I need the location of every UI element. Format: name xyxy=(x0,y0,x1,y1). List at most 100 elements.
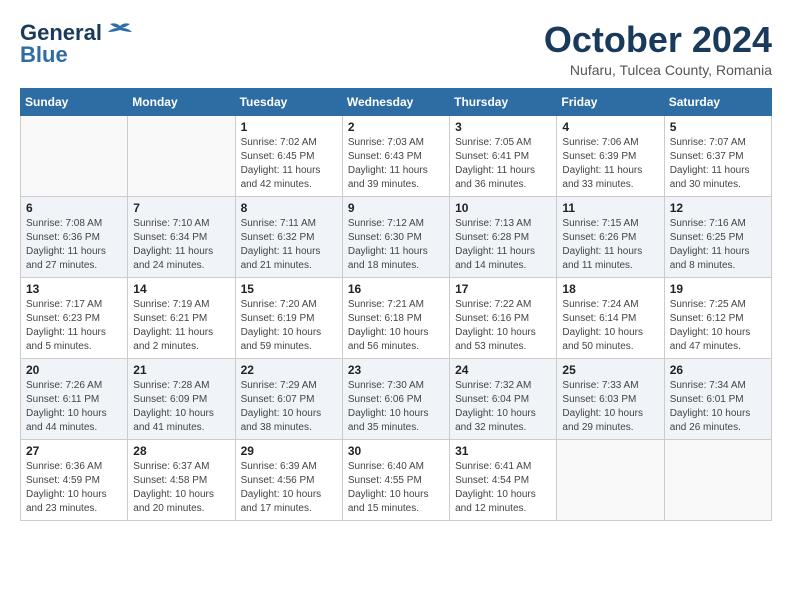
calendar-cell: 14 Sunrise: 7:19 AMSunset: 6:21 PMDayligh… xyxy=(128,277,235,358)
day-info: Sunrise: 6:37 AMSunset: 4:58 PMDaylight:… xyxy=(133,460,229,516)
calendar-cell: 5Sunrise: 7:07 AMSunset: 6:37 PMDaylight… xyxy=(664,115,771,196)
day-info: Sunrise: 7:29 AMSunset: 6:07 PMDaylight:… xyxy=(241,379,337,435)
day-number: 14 xyxy=(133,282,229,296)
day-number: 26 xyxy=(670,363,766,377)
day-info: Sunrise: 7:34 AMSunset: 6:01 PMDaylight:… xyxy=(670,379,766,435)
calendar-table: SundayMondayTuesdayWednesdayThursdayFrid… xyxy=(20,88,772,521)
calendar-cell xyxy=(557,439,664,520)
day-number: 15 xyxy=(241,282,337,296)
day-number: 2 xyxy=(348,120,444,134)
day-number: 29 xyxy=(241,444,337,458)
day-info: Sunrise: 7:19 AMSunset: 6:21 PMDaylight:… xyxy=(133,298,229,354)
calendar-cell: 13 Sunrise: 7:17 AMSunset: 6:23 PMDayligh… xyxy=(21,277,128,358)
day-number: 20 xyxy=(26,363,122,377)
weekday-monday: Monday xyxy=(128,88,235,115)
calendar-cell: 17 Sunrise: 7:22 AMSunset: 6:16 PMDayligh… xyxy=(450,277,557,358)
day-number: 11 xyxy=(562,201,658,215)
day-info: Sunrise: 7:07 AMSunset: 6:37 PMDaylight:… xyxy=(670,136,766,192)
calendar-cell: 11Sunrise: 7:15 AMSunset: 6:26 PMDayligh… xyxy=(557,196,664,277)
calendar-cell xyxy=(664,439,771,520)
day-number: 28 xyxy=(133,444,229,458)
day-number: 16 xyxy=(348,282,444,296)
day-info: Sunrise: 7:17 AMSunset: 6:23 PMDaylight:… xyxy=(26,298,122,354)
calendar-cell: 16 Sunrise: 7:21 AMSunset: 6:18 PMDayligh… xyxy=(342,277,449,358)
day-number: 19 xyxy=(670,282,766,296)
day-info: Sunrise: 7:22 AMSunset: 6:16 PMDaylight:… xyxy=(455,298,551,354)
weekday-tuesday: Tuesday xyxy=(235,88,342,115)
day-number: 30 xyxy=(348,444,444,458)
day-number: 27 xyxy=(26,444,122,458)
calendar-cell: 31Sunrise: 6:41 AMSunset: 4:54 PMDayligh… xyxy=(450,439,557,520)
calendar-cell: 30 Sunrise: 6:40 AMSunset: 4:55 PMDayligh… xyxy=(342,439,449,520)
day-info: Sunrise: 7:30 AMSunset: 6:06 PMDaylight:… xyxy=(348,379,444,435)
calendar-cell: 10 Sunrise: 7:13 AMSunset: 6:28 PMDayligh… xyxy=(450,196,557,277)
day-info: Sunrise: 7:10 AMSunset: 6:34 PMDaylight:… xyxy=(133,217,229,273)
day-info: Sunrise: 7:25 AMSunset: 6:12 PMDaylight:… xyxy=(670,298,766,354)
calendar-cell: 18 Sunrise: 7:24 AMSunset: 6:14 PMDayligh… xyxy=(557,277,664,358)
calendar-cell: 26 Sunrise: 7:34 AMSunset: 6:01 PMDayligh… xyxy=(664,358,771,439)
day-number: 17 xyxy=(455,282,551,296)
calendar-cell: 25 Sunrise: 7:33 AMSunset: 6:03 PMDayligh… xyxy=(557,358,664,439)
weekday-wednesday: Wednesday xyxy=(342,88,449,115)
calendar-cell: 15Sunrise: 7:20 AMSunset: 6:19 PMDayligh… xyxy=(235,277,342,358)
calendar-cell: 19 Sunrise: 7:25 AMSunset: 6:12 PMDayligh… xyxy=(664,277,771,358)
day-info: Sunrise: 7:08 AMSunset: 6:36 PMDaylight:… xyxy=(26,217,122,273)
calendar-cell: 27 Sunrise: 6:36 AMSunset: 4:59 PMDayligh… xyxy=(21,439,128,520)
calendar-cell: 23 Sunrise: 7:30 AMSunset: 6:06 PMDayligh… xyxy=(342,358,449,439)
day-info: Sunrise: 6:41 AMSunset: 4:54 PMDaylight:… xyxy=(455,460,551,516)
day-info: Sunrise: 7:28 AMSunset: 6:09 PMDaylight:… xyxy=(133,379,229,435)
day-info: Sunrise: 7:24 AMSunset: 6:14 PMDaylight:… xyxy=(562,298,658,354)
location: Nufaru, Tulcea County, Romania xyxy=(544,62,772,78)
calendar-week-1: 1Sunrise: 7:02 AMSunset: 6:45 PMDaylight… xyxy=(21,115,772,196)
day-info: Sunrise: 7:12 AMSunset: 6:30 PMDaylight:… xyxy=(348,217,444,273)
day-number: 12 xyxy=(670,201,766,215)
day-info: Sunrise: 7:21 AMSunset: 6:18 PMDaylight:… xyxy=(348,298,444,354)
calendar-cell: 7 Sunrise: 7:10 AMSunset: 6:34 PMDaylight… xyxy=(128,196,235,277)
day-info: Sunrise: 6:36 AMSunset: 4:59 PMDaylight:… xyxy=(26,460,122,516)
day-number: 23 xyxy=(348,363,444,377)
calendar-cell: 8Sunrise: 7:11 AMSunset: 6:32 PMDaylight… xyxy=(235,196,342,277)
day-number: 22 xyxy=(241,363,337,377)
day-info: Sunrise: 7:16 AMSunset: 6:25 PMDaylight:… xyxy=(670,217,766,273)
day-info: Sunrise: 7:33 AMSunset: 6:03 PMDaylight:… xyxy=(562,379,658,435)
calendar-cell: 3Sunrise: 7:05 AMSunset: 6:41 PMDaylight… xyxy=(450,115,557,196)
calendar-cell: 29 Sunrise: 6:39 AMSunset: 4:56 PMDayligh… xyxy=(235,439,342,520)
calendar-body: 1Sunrise: 7:02 AMSunset: 6:45 PMDaylight… xyxy=(21,115,772,520)
day-number: 21 xyxy=(133,363,229,377)
day-info: Sunrise: 7:06 AMSunset: 6:39 PMDaylight:… xyxy=(562,136,658,192)
calendar-cell xyxy=(21,115,128,196)
day-number: 3 xyxy=(455,120,551,134)
day-number: 25 xyxy=(562,363,658,377)
day-info: Sunrise: 7:02 AMSunset: 6:45 PMDaylight:… xyxy=(241,136,337,192)
calendar-cell: 28 Sunrise: 6:37 AMSunset: 4:58 PMDayligh… xyxy=(128,439,235,520)
month-title: October 2024 xyxy=(544,20,772,60)
calendar-cell: 22 Sunrise: 7:29 AMSunset: 6:07 PMDayligh… xyxy=(235,358,342,439)
day-info: Sunrise: 6:39 AMSunset: 4:56 PMDaylight:… xyxy=(241,460,337,516)
day-number: 4 xyxy=(562,120,658,134)
day-number: 10 xyxy=(455,201,551,215)
calendar-week-4: 20Sunrise: 7:26 AMSunset: 6:11 PMDayligh… xyxy=(21,358,772,439)
weekday-header-row: SundayMondayTuesdayWednesdayThursdayFrid… xyxy=(21,88,772,115)
day-number: 7 xyxy=(133,201,229,215)
day-number: 13 xyxy=(26,282,122,296)
calendar-cell xyxy=(128,115,235,196)
day-info: Sunrise: 6:40 AMSunset: 4:55 PMDaylight:… xyxy=(348,460,444,516)
calendar-cell: 2 Sunrise: 7:03 AMSunset: 6:43 PMDaylight… xyxy=(342,115,449,196)
day-info: Sunrise: 7:03 AMSunset: 6:43 PMDaylight:… xyxy=(348,136,444,192)
calendar-cell: 4 Sunrise: 7:06 AMSunset: 6:39 PMDaylight… xyxy=(557,115,664,196)
day-number: 6 xyxy=(26,201,122,215)
calendar-cell: 1Sunrise: 7:02 AMSunset: 6:45 PMDaylight… xyxy=(235,115,342,196)
day-info: Sunrise: 7:32 AMSunset: 6:04 PMDaylight:… xyxy=(455,379,551,435)
calendar-cell: 20Sunrise: 7:26 AMSunset: 6:11 PMDayligh… xyxy=(21,358,128,439)
page-header: General Blue October 2024 Nufaru, Tulcea… xyxy=(20,20,772,78)
day-number: 8 xyxy=(241,201,337,215)
day-info: Sunrise: 7:13 AMSunset: 6:28 PMDaylight:… xyxy=(455,217,551,273)
weekday-thursday: Thursday xyxy=(450,88,557,115)
weekday-sunday: Sunday xyxy=(21,88,128,115)
calendar-week-2: 6 Sunrise: 7:08 AMSunset: 6:36 PMDaylight… xyxy=(21,196,772,277)
logo: General Blue xyxy=(20,20,134,68)
day-number: 18 xyxy=(562,282,658,296)
weekday-friday: Friday xyxy=(557,88,664,115)
day-number: 24 xyxy=(455,363,551,377)
calendar-cell: 6 Sunrise: 7:08 AMSunset: 6:36 PMDaylight… xyxy=(21,196,128,277)
